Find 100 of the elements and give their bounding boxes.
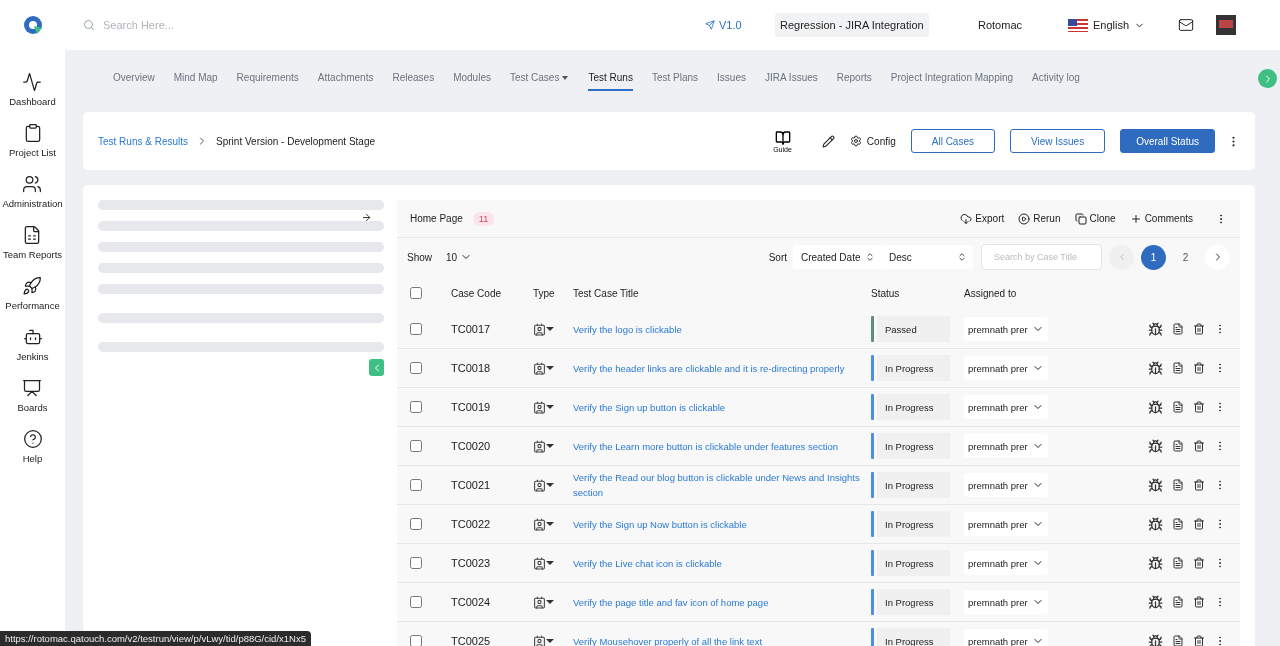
- nav-tab[interactable]: Modules: [453, 66, 491, 91]
- nav-tab[interactable]: Activity log: [1032, 66, 1080, 91]
- search-field[interactable]: Search Here...: [101, 18, 301, 32]
- nav-tab[interactable]: Overview: [113, 66, 155, 91]
- header-button[interactable]: View Issues: [1010, 129, 1106, 153]
- document-icon[interactable]: [1172, 557, 1184, 569]
- row-checkbox[interactable]: [410, 323, 422, 335]
- status-label[interactable]: In Progress: [877, 394, 950, 420]
- assignee-select[interactable]: premnath prer: [964, 551, 1048, 575]
- document-icon[interactable]: [1172, 596, 1184, 608]
- header-button[interactable]: Overall Status: [1120, 129, 1215, 153]
- project-select[interactable]: Regression - JIRA Integration: [775, 13, 929, 37]
- bug-icon[interactable]: [1148, 399, 1163, 415]
- bug-icon[interactable]: [1148, 594, 1163, 610]
- page-button[interactable]: 1: [1141, 244, 1166, 270]
- trash-icon[interactable]: [1193, 323, 1205, 335]
- bug-icon[interactable]: [1148, 360, 1163, 376]
- row-checkbox[interactable]: [410, 596, 422, 608]
- nav-tab[interactable]: Releases: [392, 66, 435, 91]
- assignee-select[interactable]: premnath prer: [964, 434, 1048, 458]
- bug-icon[interactable]: [1148, 633, 1163, 646]
- row-checkbox[interactable]: [410, 362, 422, 374]
- assignee-select[interactable]: premnath prer: [964, 473, 1048, 497]
- sort-order-select[interactable]: Desc: [881, 245, 973, 269]
- mail-icon[interactable]: [1178, 17, 1194, 33]
- row-checkbox[interactable]: [410, 479, 422, 491]
- nav-tab[interactable]: JIRA Issues: [764, 66, 818, 91]
- breadcrumb-link[interactable]: Test Runs & Results: [98, 135, 189, 147]
- document-icon[interactable]: [1172, 323, 1184, 335]
- sidebar-item[interactable]: Administration: [2, 174, 63, 209]
- nav-tab[interactable]: Test Runs: [588, 66, 633, 91]
- case-title-link[interactable]: Verify the Read our blog button is clickable under News and Insights section: [573, 470, 871, 500]
- assignee-select[interactable]: premnath prer: [964, 629, 1048, 646]
- case-title-link[interactable]: Verify Mousehover properly of all the link text: [573, 633, 871, 646]
- case-title-link[interactable]: Verify the Sign up Now button is clickable: [573, 516, 871, 532]
- assignee-select[interactable]: premnath prer: [964, 512, 1048, 536]
- bug-icon[interactable]: [1148, 321, 1163, 337]
- sidebar-item[interactable]: Team Reports: [2, 225, 63, 260]
- nav-tab[interactable]: Test Cases: [509, 66, 570, 91]
- select-all-checkbox[interactable]: [410, 287, 422, 299]
- nav-tab[interactable]: Attachments: [317, 66, 374, 91]
- trash-icon[interactable]: [1193, 440, 1205, 452]
- row-checkbox[interactable]: [410, 401, 422, 413]
- sidebar-item[interactable]: Performance: [5, 276, 60, 311]
- sidebar-item[interactable]: Dashboard: [9, 72, 56, 107]
- row-checkbox[interactable]: [410, 440, 422, 452]
- nav-tab[interactable]: Issues: [717, 66, 746, 91]
- case-title-link[interactable]: Verify the Learn more button is clickable under features section: [573, 438, 871, 454]
- language-select[interactable]: English: [1068, 18, 1168, 32]
- assignee-select[interactable]: premnath prer: [964, 395, 1048, 419]
- config-button[interactable]: Config: [849, 135, 896, 147]
- trash-icon[interactable]: [1193, 401, 1205, 413]
- row-checkbox[interactable]: [410, 518, 422, 530]
- status-label[interactable]: In Progress: [877, 628, 950, 646]
- case-title-link[interactable]: Verify the Live chat icon is clickable: [573, 555, 871, 571]
- nav-tab[interactable]: Requirements: [236, 66, 299, 91]
- status-label[interactable]: In Progress: [877, 472, 950, 498]
- assignee-select[interactable]: premnath prer: [964, 356, 1048, 380]
- arrow-right-icon[interactable]: [361, 212, 372, 223]
- trash-icon[interactable]: [1193, 557, 1205, 569]
- toolbar-action[interactable]: Clone: [1074, 212, 1116, 225]
- avatar-icon[interactable]: [1216, 15, 1236, 35]
- status-label[interactable]: In Progress: [877, 589, 950, 615]
- document-icon[interactable]: [1172, 401, 1184, 413]
- header-button[interactable]: All Cases: [910, 129, 995, 153]
- nav-tab[interactable]: Mind Map: [173, 66, 218, 91]
- document-icon[interactable]: [1172, 635, 1184, 646]
- nav-tab[interactable]: Test Plans: [651, 66, 699, 91]
- nav-tab[interactable]: Reports: [836, 66, 872, 91]
- edit-button[interactable]: [821, 134, 835, 148]
- bug-icon[interactable]: [1148, 516, 1163, 532]
- sidebar-item[interactable]: Jenkins: [16, 327, 49, 362]
- nav-tab[interactable]: Project Integration Mapping: [890, 66, 1014, 91]
- row-checkbox[interactable]: [410, 635, 422, 646]
- trash-icon[interactable]: [1193, 596, 1205, 608]
- bug-icon[interactable]: [1148, 438, 1163, 454]
- case-title-link[interactable]: Verify the page title and fav icon of home page: [573, 594, 871, 610]
- document-icon[interactable]: [1172, 479, 1184, 491]
- sidebar-item[interactable]: Project List: [9, 123, 56, 158]
- trash-icon[interactable]: [1193, 635, 1205, 646]
- trash-icon[interactable]: [1193, 362, 1205, 374]
- status-label[interactable]: In Progress: [877, 550, 950, 576]
- status-label[interactable]: In Progress: [877, 433, 950, 459]
- document-icon[interactable]: [1172, 362, 1184, 374]
- bug-icon[interactable]: [1148, 555, 1163, 571]
- toolbar-action[interactable]: Rerun: [1018, 212, 1061, 225]
- case-title-link[interactable]: Verify the Sign up button is clickable: [573, 399, 871, 415]
- bug-icon[interactable]: [1148, 477, 1163, 493]
- trash-icon[interactable]: [1193, 479, 1205, 491]
- case-title-link[interactable]: Verify the header links are clickable and it is re-directing properly: [573, 360, 871, 376]
- status-label[interactable]: In Progress: [877, 355, 950, 381]
- document-icon[interactable]: [1172, 440, 1184, 452]
- document-icon[interactable]: [1172, 518, 1184, 530]
- case-title-link[interactable]: Verify the logo is clickable: [573, 321, 871, 337]
- version-link[interactable]: V1.0: [705, 19, 775, 31]
- toolbar-action[interactable]: Export: [960, 212, 1005, 225]
- toolbar-action[interactable]: Comments: [1129, 212, 1193, 225]
- row-checkbox[interactable]: [410, 557, 422, 569]
- status-label[interactable]: Passed: [877, 316, 950, 342]
- trash-icon[interactable]: [1193, 518, 1205, 530]
